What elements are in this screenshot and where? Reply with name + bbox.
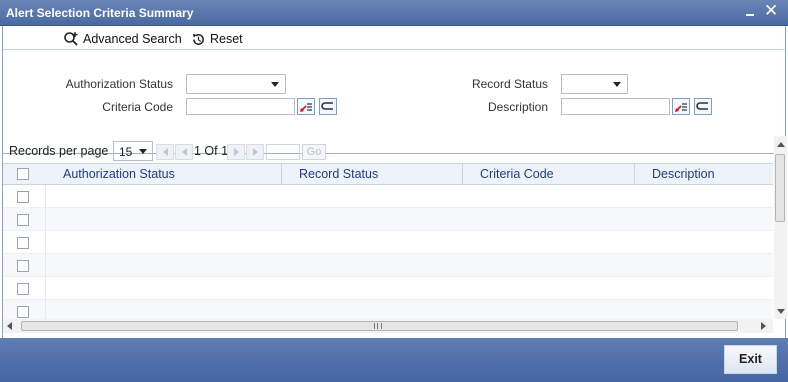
- last-page-button[interactable]: [246, 144, 264, 160]
- grid-header: Authorization Status Record Status Crite…: [3, 163, 773, 185]
- scroll-up-icon[interactable]: [777, 142, 785, 147]
- records-per-page-select[interactable]: 15: [113, 141, 153, 161]
- footer-bar: Exit: [0, 338, 788, 382]
- clear-field-icon: [321, 102, 333, 110]
- summary-frame: Advanced Search Reset Authorization Stat…: [2, 26, 787, 338]
- scroll-right-icon[interactable]: [761, 322, 766, 330]
- chevron-down-icon: [139, 149, 147, 154]
- record-status-label: Record Status: [471, 77, 548, 91]
- reset-button[interactable]: Reset: [191, 30, 243, 48]
- records-per-page-value: 15: [119, 145, 133, 159]
- row-checkbox[interactable]: [17, 260, 29, 272]
- pagination-bar: Records per page 15 1 Of 1 Go: [3, 138, 773, 164]
- column-header-record-status[interactable]: Record Status: [282, 164, 463, 185]
- advanced-search-label: Advanced Search: [83, 32, 182, 46]
- advanced-search-button[interactable]: Advanced Search: [63, 30, 182, 48]
- table-row: [3, 185, 773, 208]
- window-titlebar: Alert Selection Criteria Summary ✕: [0, 0, 788, 26]
- description-input[interactable]: [561, 98, 670, 115]
- authorization-status-select[interactable]: [186, 74, 286, 94]
- authorization-status-label: Authorization Status: [65, 77, 173, 91]
- next-page-button[interactable]: [227, 144, 245, 160]
- chevron-down-icon: [613, 82, 621, 87]
- go-button[interactable]: Go: [302, 144, 326, 160]
- window-title: Alert Selection Criteria Summary: [6, 6, 194, 20]
- horizontal-scrollbar[interactable]: [3, 319, 773, 333]
- table-row: [3, 277, 773, 300]
- reset-icon: [192, 33, 204, 45]
- scroll-grip-icon: [374, 323, 382, 329]
- scroll-down-icon[interactable]: [777, 309, 785, 314]
- close-icon[interactable]: ✕: [764, 2, 778, 20]
- criteria-code-input[interactable]: [186, 98, 295, 115]
- page-info: 1 Of 1: [194, 144, 229, 158]
- row-checkbox[interactable]: [17, 283, 29, 295]
- row-checkbox[interactable]: [17, 237, 29, 249]
- table-row: [3, 231, 773, 254]
- record-status-select[interactable]: [561, 74, 628, 94]
- criteria-code-lov-button[interactable]: [297, 98, 315, 115]
- criteria-code-label: Criteria Code: [102, 100, 173, 114]
- reset-label: Reset: [210, 32, 243, 46]
- chevron-down-icon: [271, 82, 279, 87]
- vertical-scroll-thumb[interactable]: [775, 154, 785, 222]
- records-per-page-label: Records per page: [9, 144, 109, 158]
- column-header-criteria-code[interactable]: Criteria Code: [463, 164, 635, 185]
- toolbar: Advanced Search Reset: [3, 26, 785, 50]
- column-header-description[interactable]: Description: [635, 164, 773, 185]
- minimize-icon[interactable]: [744, 6, 756, 18]
- description-clear-button[interactable]: [694, 98, 712, 115]
- row-checkbox[interactable]: [17, 191, 29, 203]
- table-row: [3, 300, 773, 319]
- row-checkbox[interactable]: [17, 306, 29, 318]
- advanced-search-icon: [64, 32, 78, 46]
- vertical-scrollbar[interactable]: [774, 136, 787, 319]
- description-label: Description: [487, 100, 548, 114]
- table-row: [3, 208, 773, 231]
- list-of-values-icon: [675, 103, 687, 112]
- select-all-checkbox[interactable]: [17, 168, 29, 180]
- results-grid: Authorization Status Record Status Crite…: [3, 163, 773, 319]
- table-row: [3, 254, 773, 277]
- exit-button[interactable]: Exit: [724, 345, 777, 374]
- row-checkbox[interactable]: [17, 214, 29, 226]
- column-header-authorization-status[interactable]: Authorization Status: [46, 164, 282, 185]
- list-of-values-icon: [300, 103, 312, 112]
- previous-page-button[interactable]: [175, 144, 193, 160]
- criteria-code-clear-button[interactable]: [319, 98, 337, 115]
- description-lov-button[interactable]: [672, 98, 690, 115]
- goto-page-input[interactable]: [266, 144, 300, 160]
- clear-field-icon: [696, 102, 708, 110]
- scroll-left-icon[interactable]: [7, 322, 12, 330]
- first-page-button[interactable]: [156, 144, 174, 160]
